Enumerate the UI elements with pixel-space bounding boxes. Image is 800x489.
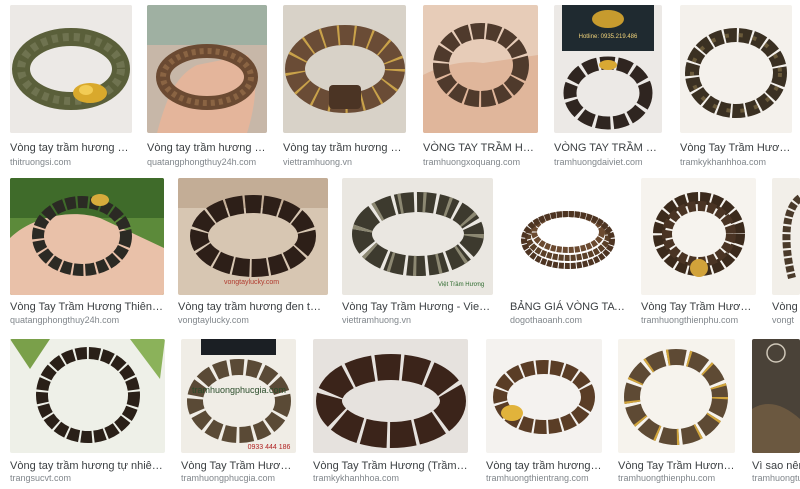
result-source[interactable]: tramhuongphucgia.com: [181, 472, 296, 484]
bracelet-image: [10, 5, 132, 133]
result-source[interactable]: viettramhuong.vn: [342, 314, 493, 326]
result-source[interactable]: tramhuongthienphu.com: [618, 472, 735, 484]
bracelet-image: [752, 339, 800, 453]
image-result-card[interactable]: Vòng tay trầm hương giá sỉ -... thitruon…: [10, 5, 132, 168]
bracelet-image: Việt Trầm Hương: [342, 178, 493, 295]
result-source[interactable]: tramhuongthienphu.com: [641, 314, 756, 326]
bracelet-in-hand-image: [423, 5, 538, 133]
result-source[interactable]: trangsucvt.com: [10, 472, 165, 484]
image-result-card[interactable]: Vòng tay trầm hương bọc vá... viettramhu…: [283, 5, 406, 168]
result-source[interactable]: thitruongsi.com: [10, 156, 132, 168]
result-thumbnail[interactable]: [283, 5, 406, 133]
result-title[interactable]: Vòng Tay Trầm Hương Cao...: [181, 459, 296, 473]
bracelet-image: [283, 5, 406, 133]
result-title[interactable]: Vòng tay trầm hương bọc vá...: [283, 141, 406, 155]
result-title[interactable]: Vòng Tay Trầm Hương Trúc...: [618, 459, 735, 473]
result-title[interactable]: Vòng Tay Trầm Hương (Trầm Chìm) T...: [313, 459, 468, 473]
bracelet-image: vongtaylucky.com: [178, 178, 328, 295]
result-title[interactable]: Vòng Tay Trầm Hương (Tr...: [680, 141, 792, 155]
watermark-overlay-text: tramhuongphucgia.com: [192, 385, 286, 395]
image-result-card[interactable]: Vòng tay trầm hương tự nhi... tramhuongt…: [486, 339, 602, 489]
result-source[interactable]: tramkykhanhhoa.com: [680, 156, 792, 168]
bracelet-in-hand-image: [147, 5, 267, 133]
mala-bracelet-image: [510, 178, 625, 295]
result-source[interactable]: tramhuongdaiviet.com: [554, 156, 662, 168]
result-thumbnail[interactable]: [752, 339, 800, 453]
result-title[interactable]: Vòng Tay Trầm Hương Thiên Nhiên ...: [10, 300, 164, 314]
hotline-overlay-text: Hotline: 0935.219.486: [579, 34, 638, 40]
image-result-card[interactable]: VÒNG TAY TRẦM HƯƠN... tramhuongxoquang.c…: [423, 5, 538, 168]
result-title[interactable]: BẢNG GIÁ VÒNG TAY GỖ ...: [510, 300, 625, 314]
result-thumbnail[interactable]: [510, 178, 625, 295]
result-source[interactable]: tramhuongtun: [752, 472, 800, 484]
result-source[interactable]: quatangphongthuy24h.com: [147, 156, 267, 168]
result-source[interactable]: vongt: [772, 314, 800, 326]
result-thumbnail[interactable]: tramhuongphucgia.com 0933 444 186: [181, 339, 296, 453]
result-thumbnail[interactable]: [618, 339, 735, 453]
bracelet-image: [486, 339, 602, 453]
result-source[interactable]: quatangphongthuy24h.com: [10, 314, 164, 326]
image-result-card[interactable]: Vòng tay trầm hương tự nhiên chìm n... t…: [10, 339, 165, 489]
result-source[interactable]: viettramhuong.vn: [283, 156, 406, 168]
result-source[interactable]: vongtaylucky.com: [178, 314, 328, 326]
bracelet-image: [618, 339, 735, 453]
image-result-card[interactable]: vongtaylucky.com Vòng tay trầm hương đen…: [178, 178, 328, 328]
image-result-card[interactable]: Việt Trầm Hương Vòng Tay Trầm Hương - Vi…: [342, 178, 493, 328]
image-result-card[interactable]: BẢNG GIÁ VÒNG TAY GỖ ... dogothaoanh.com: [510, 178, 625, 328]
result-title[interactable]: Vòng Tay Trầm Hương - VietTramHu...: [342, 300, 493, 314]
result-thumbnail[interactable]: [10, 5, 132, 133]
bracelet-in-hand-image: [10, 178, 164, 295]
result-thumbnail[interactable]: [641, 178, 756, 295]
image-result-card[interactable]: Vòng Tay Trầm Hương Thiên Nhiên ... quat…: [10, 178, 164, 328]
result-title[interactable]: Vòng tay trầm hương đen tự nhiên...: [178, 300, 328, 314]
image-result-card[interactable]: Vòng Tay Trầm Hương Trúc... tramhuongthi…: [618, 339, 735, 489]
image-result-card[interactable]: Vòng Tay Trầm Hương Hạt ... tramhuongthi…: [641, 178, 756, 328]
result-thumbnail[interactable]: [680, 5, 792, 133]
image-result-card[interactable]: tramhuongphucgia.com 0933 444 186 Vòng T…: [181, 339, 296, 489]
bracelet-image: [680, 5, 792, 133]
result-thumbnail[interactable]: [486, 339, 602, 453]
result-source[interactable]: tramkykhanhhoa.com: [313, 472, 468, 484]
result-thumbnail[interactable]: Hotline: 0935.219.486: [554, 5, 662, 133]
bracelet-image: [641, 178, 756, 295]
image-result-card[interactable]: Vòng Tay Trầm Hương (Trầm Chìm) T... tra…: [313, 339, 468, 489]
result-source[interactable]: tramhuongxoquang.com: [423, 156, 538, 168]
bracelet-image: tramhuongphucgia.com 0933 444 186: [181, 339, 296, 453]
result-title[interactable]: Vòng Tay Trầm Hương Hạt ...: [641, 300, 756, 314]
bracelet-image: [772, 178, 800, 295]
bracelet-image: [313, 339, 468, 453]
result-title[interactable]: Vòng tay trầm hương tự nhiên chìm n...: [10, 459, 165, 473]
result-title[interactable]: VÒNG TAY TRẦM HƯƠN...: [554, 141, 662, 155]
brand-overlay-text: Việt Trầm Hương: [438, 282, 484, 288]
image-result-card[interactable]: Vòng T vongt: [772, 178, 800, 328]
result-title[interactable]: Vòng tay trầm hương tự nhi...: [486, 459, 602, 473]
bracelet-image: [10, 339, 165, 453]
result-title[interactable]: Vòng tay trầm hương thiên n...: [147, 141, 267, 155]
result-thumbnail[interactable]: [313, 339, 468, 453]
watermark-overlay-text: vongtaylucky.com: [224, 279, 279, 286]
result-thumbnail[interactable]: [147, 5, 267, 133]
result-title[interactable]: Vì sao nên c: [752, 459, 800, 473]
image-result-card[interactable]: Vòng Tay Trầm Hương (Tr... tramkykhanhho…: [680, 5, 792, 168]
result-title[interactable]: Vòng tay trầm hương giá sỉ -...: [10, 141, 132, 155]
result-title[interactable]: Vòng T: [772, 300, 800, 314]
result-thumbnail[interactable]: [10, 339, 165, 453]
image-result-card[interactable]: Vì sao nên c tramhuongtun: [752, 339, 800, 489]
phone-overlay-text: 0933 444 186: [248, 444, 291, 451]
result-thumbnail[interactable]: [423, 5, 538, 133]
result-thumbnail[interactable]: [772, 178, 800, 295]
bracelet-on-box-image: Hotline: 0935.219.486: [554, 5, 662, 133]
result-source[interactable]: dogothaoanh.com: [510, 314, 625, 326]
result-thumbnail[interactable]: vongtaylucky.com: [178, 178, 328, 295]
image-result-card[interactable]: Hotline: 0935.219.486 VÒNG TAY TRẦM HƯƠN…: [554, 5, 662, 168]
image-result-card[interactable]: Vòng tay trầm hương thiên n... quatangph…: [147, 5, 267, 168]
result-thumbnail[interactable]: Việt Trầm Hương: [342, 178, 493, 295]
result-title[interactable]: VÒNG TAY TRẦM HƯƠN...: [423, 141, 538, 155]
result-thumbnail[interactable]: [10, 178, 164, 295]
result-source[interactable]: tramhuongthientrang.com: [486, 472, 602, 484]
